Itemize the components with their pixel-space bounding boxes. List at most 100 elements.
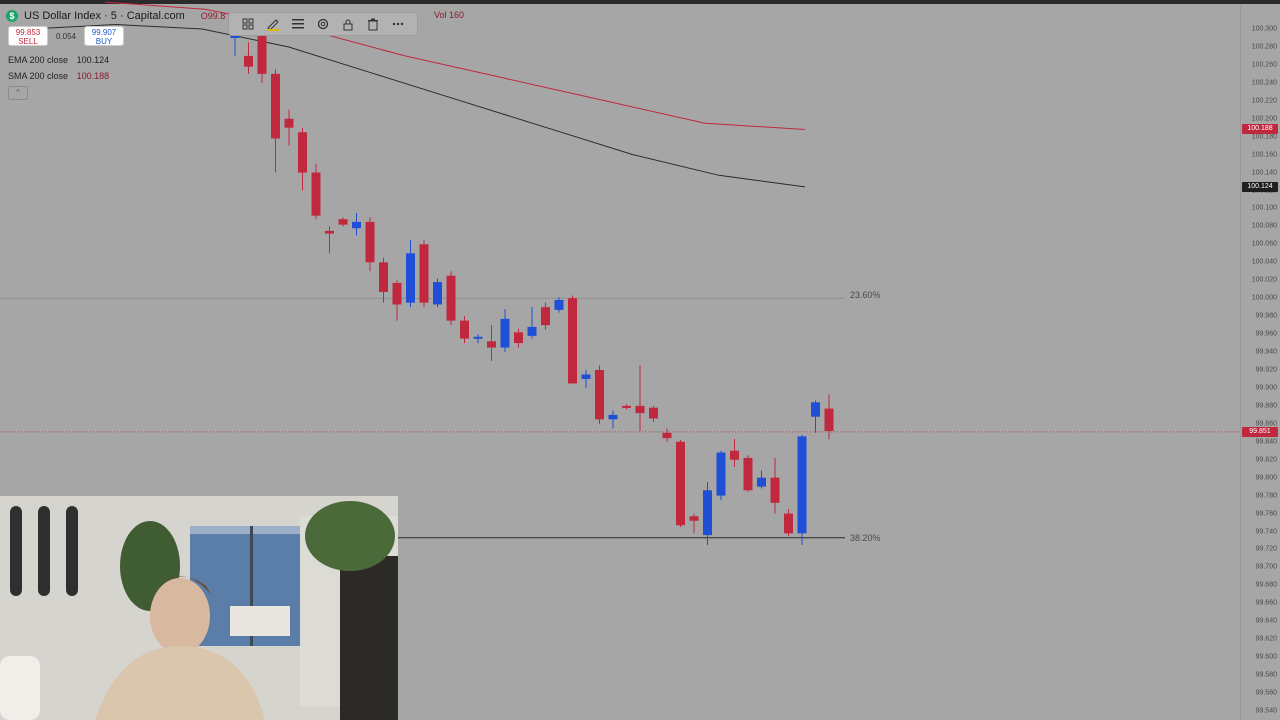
candle-up [500, 318, 510, 348]
candle-down [568, 298, 577, 384]
price-tick-label: 100.160 [1251, 151, 1277, 159]
symbol-title[interactable]: US Dollar Index · 5 · Capital.com [24, 10, 185, 22]
trash-icon[interactable] [364, 15, 382, 33]
candle-down [338, 219, 348, 225]
price-tick-label: 99.700 [1255, 563, 1277, 571]
price-tick-label: 99.800 [1255, 474, 1277, 482]
fib-level-label: 38.20% [850, 533, 881, 543]
price-tick-label: 100.140 [1251, 169, 1277, 177]
dollar-logo-icon: $ [6, 10, 18, 22]
price-tick-label: 99.660 [1255, 599, 1277, 607]
price-tick-label: 99.960 [1255, 330, 1277, 338]
price-tick-label: 99.780 [1255, 492, 1277, 500]
price-tick-label: 99.940 [1255, 348, 1277, 356]
price-tick-label: 99.720 [1255, 545, 1277, 553]
grid-icon[interactable] [239, 15, 257, 33]
indicator-name: EMA 200 close [8, 55, 69, 65]
price-axis[interactable]: 100.300 100.280 100.260 100.240 100.220 100.2… [1240, 4, 1280, 720]
trade-panel: 99.853 SELL 0.054 99.907 BUY [8, 26, 124, 46]
price-tick-label: 100.000 [1251, 294, 1277, 302]
candle-down [460, 320, 469, 339]
price-tick-label: 99.560 [1255, 689, 1277, 697]
candle-down [595, 369, 604, 420]
candle-up [716, 452, 726, 496]
candle-down [284, 118, 294, 128]
indicator-sma-200[interactable]: SMA 200 close 100.188 [8, 71, 109, 81]
price-tick-label: 100.200 [1251, 115, 1277, 123]
ohlc-readout: O99.8 [200, 11, 226, 21]
spread-value: 0.054 [55, 31, 77, 41]
price-tick-label: 100.020 [1251, 276, 1277, 284]
drawing-toolbar [228, 12, 418, 36]
more-icon[interactable] [389, 15, 407, 33]
price-tick-label: 99.680 [1255, 581, 1277, 589]
price-tick-label: 100.060 [1251, 240, 1277, 248]
candle-up [554, 299, 564, 310]
candle-up [811, 402, 820, 417]
price-tick-label: 99.900 [1255, 384, 1277, 392]
candle-down [784, 513, 793, 534]
price-tick-label: 99.820 [1255, 456, 1277, 464]
candle-down [689, 516, 699, 521]
settings-icon[interactable] [314, 15, 332, 33]
price-tick-label: 99.580 [1255, 671, 1277, 679]
candle-down [635, 405, 645, 414]
candle-up [352, 221, 361, 229]
price-tick-label: 100.300 [1251, 25, 1277, 33]
buy-button[interactable]: 99.907 BUY [84, 26, 124, 46]
candle-down [446, 275, 456, 321]
candle-down [676, 441, 685, 526]
buy-price: 99.907 [91, 28, 117, 37]
symbol-row: $ US Dollar Index · 5 · Capital.com O99.… [6, 8, 225, 24]
pencil-icon[interactable] [264, 15, 282, 33]
price-tick-label: 100.100 [1251, 204, 1277, 212]
price-tick-label: 99.760 [1255, 510, 1277, 518]
price-badge: 100.188 [1242, 124, 1278, 135]
candle-down [311, 172, 321, 216]
price-tick-label: 99.740 [1255, 528, 1277, 536]
price-tick-label: 99.840 [1255, 438, 1277, 446]
candle-down [487, 341, 496, 348]
price-tick-label: 100.040 [1251, 258, 1277, 266]
menu-icon[interactable] [289, 15, 307, 33]
candle-down [325, 230, 334, 234]
candle-up [527, 326, 537, 336]
price-badge: 99.851 [1242, 426, 1278, 437]
candle-up [406, 253, 415, 303]
candle-down [514, 332, 523, 344]
indicator-ema-200[interactable]: EMA 200 close 100.124 [8, 55, 109, 65]
price-tick-label: 99.620 [1255, 635, 1277, 643]
price-badge: 100.124 [1242, 181, 1278, 192]
candle-up [433, 282, 442, 305]
candle-down [298, 132, 307, 173]
candle-down [271, 73, 280, 139]
price-tick-label: 99.920 [1255, 366, 1277, 374]
candle-down [730, 450, 739, 460]
price-tick-label: 100.220 [1251, 97, 1277, 105]
price-tick-label: 99.980 [1255, 312, 1277, 320]
candle-down [770, 477, 780, 503]
candle-down [824, 408, 834, 432]
candle-down [743, 457, 753, 491]
price-tick-label: 100.240 [1251, 79, 1277, 87]
candle-down [365, 221, 375, 263]
fib-level-label: 23.60% [850, 290, 881, 300]
candle-up [703, 490, 712, 536]
volume-readout: Vol 160 [434, 10, 465, 20]
lock-icon[interactable] [339, 15, 357, 33]
candle-down [392, 282, 402, 305]
price-tick-label: 100.080 [1251, 222, 1277, 230]
candle-down [541, 307, 550, 326]
candle-down [244, 55, 253, 67]
candle-down [419, 244, 429, 303]
collapse-legend-button[interactable]: ^ [8, 86, 28, 100]
price-tick-label: 100.280 [1251, 43, 1277, 51]
candle-up [608, 414, 618, 420]
ema-200-line [29, 23, 806, 188]
candle-up [797, 436, 807, 534]
indicator-value: 100.188 [76, 71, 110, 81]
candle-down [649, 407, 658, 419]
sell-button[interactable]: 99.853 SELL [8, 26, 48, 46]
candle-down [379, 262, 388, 292]
candle-down [662, 432, 672, 439]
